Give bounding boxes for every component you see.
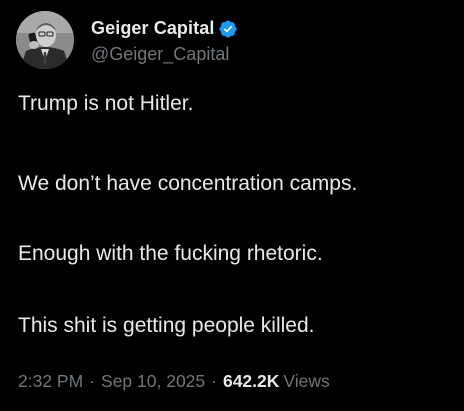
post-time: 2:32 PM [18, 371, 84, 391]
tweet-card: Geiger Capital @Geiger_Capital Trump is … [0, 0, 464, 411]
post-line: Trump is not Hitler. [18, 92, 194, 115]
post-meta: 2:32 PM · Sep 10, 2025 · 642.2K Views [18, 371, 330, 392]
post-date: Sep 10, 2025 [101, 371, 206, 391]
views-label: Views [283, 371, 330, 391]
post-timestamp[interactable]: 2:32 PM · Sep 10, 2025 [18, 371, 205, 392]
author-header[interactable]: Geiger Capital @Geiger_Capital [16, 11, 238, 69]
author-names: Geiger Capital @Geiger_Capital [91, 16, 238, 65]
avatar-portrait-icon [16, 11, 74, 69]
verified-badge-icon[interactable] [218, 19, 238, 39]
display-name-row: Geiger Capital [91, 16, 238, 42]
display-name[interactable]: Geiger Capital [91, 18, 214, 39]
avatar[interactable] [16, 11, 74, 69]
post-line: We don’t have concentration camps. [18, 172, 358, 195]
post-line: This shit is getting people killed. [18, 314, 315, 337]
user-handle[interactable]: @Geiger_Capital [91, 44, 238, 65]
views-count[interactable]: 642.2K [223, 371, 279, 392]
post-line: Enough with the fucking rhetoric. [18, 242, 323, 265]
meta-separator: · [89, 371, 96, 391]
meta-separator: · [211, 371, 217, 391]
